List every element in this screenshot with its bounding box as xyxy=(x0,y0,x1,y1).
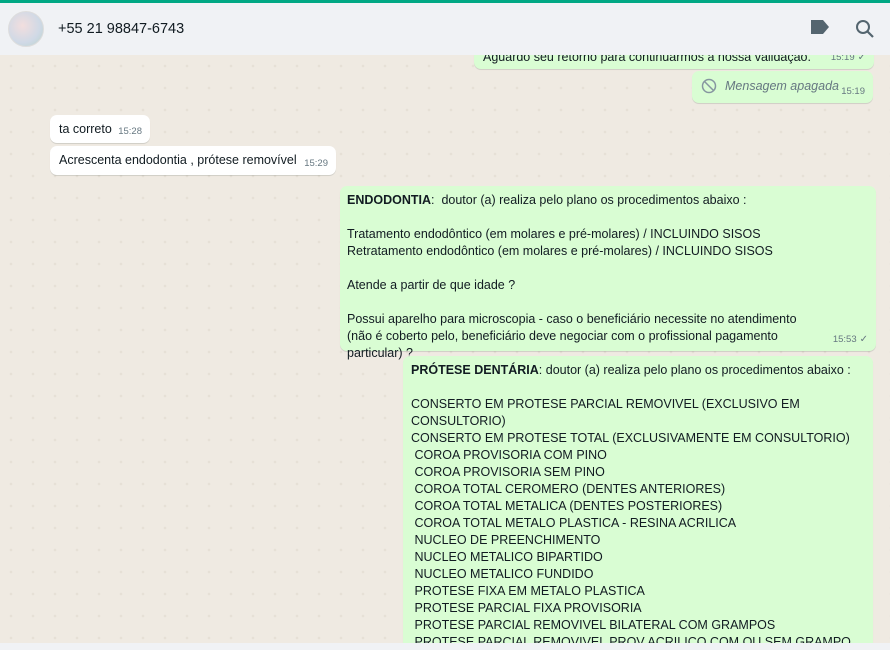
blocked-icon xyxy=(701,78,717,99)
message-incoming[interactable]: ta correto 15:28 xyxy=(50,115,150,143)
message-deleted[interactable]: Mensagem apagada 15:19 xyxy=(692,71,873,103)
message-protese[interactable]: PRÓTESE DENTÁRIA: doutor (a) realiza pel… xyxy=(403,356,873,643)
label-icon[interactable] xyxy=(810,19,830,40)
avatar[interactable] xyxy=(8,11,44,47)
message-endodontia[interactable]: ENDODONTIA: doutor (a) realiza pelo plan… xyxy=(340,186,876,360)
message-list[interactable]: Aguardo seu retorno para continuarmos a … xyxy=(0,55,890,643)
message-time: 15:53 xyxy=(832,334,857,345)
message-time: 15:29 xyxy=(304,158,328,169)
message-time: 15:19 xyxy=(830,55,855,63)
chat-header[interactable]: +55 21 98847-6743 xyxy=(0,3,890,55)
search-icon[interactable] xyxy=(855,19,875,44)
message-outgoing[interactable]: Aguardo seu retorno para continuarmos a … xyxy=(474,55,874,69)
contact-name[interactable]: +55 21 98847-6743 xyxy=(58,21,184,37)
check-icon: ✓ xyxy=(859,334,868,345)
check-icon: ✓ xyxy=(857,55,866,63)
message-incoming[interactable]: Acrescenta endodontia , prótese removíve… xyxy=(50,146,336,175)
message-time: 15:19 xyxy=(841,86,865,97)
message-time: 15:28 xyxy=(118,126,142,137)
footer-bar xyxy=(0,643,890,650)
